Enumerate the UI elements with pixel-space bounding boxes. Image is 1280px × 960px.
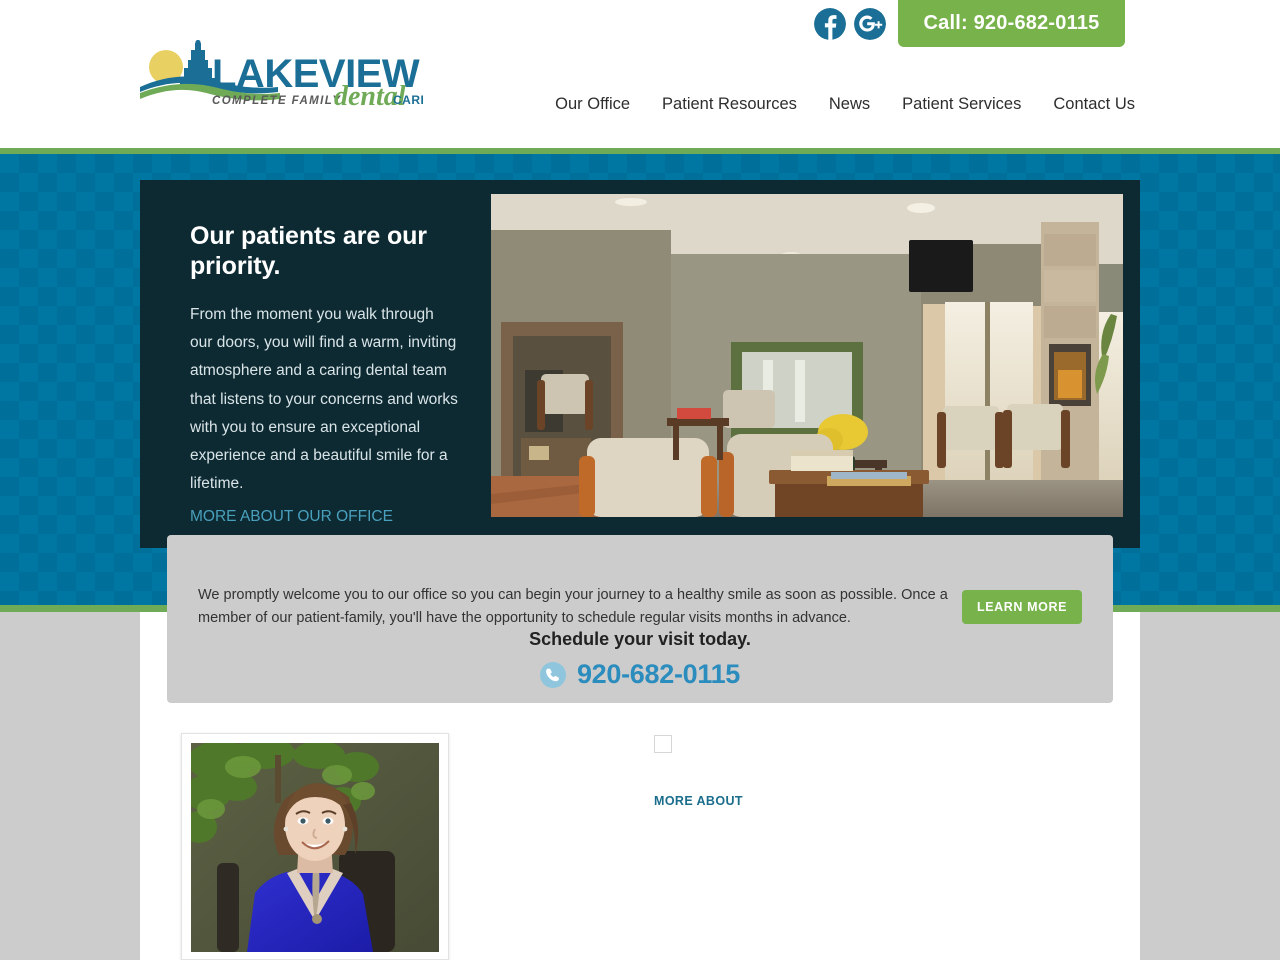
more-about-link[interactable]: MORE ABOUT xyxy=(654,794,743,808)
hero-heading: Our patients are our priority. xyxy=(190,222,427,280)
left-gray-gutter xyxy=(0,612,140,960)
hero-office-photo xyxy=(491,194,1123,517)
learn-more-label: LEARN MORE xyxy=(976,600,1068,614)
staff-photo xyxy=(191,743,439,952)
staff-photo-card xyxy=(181,733,449,960)
office-waiting-room-image xyxy=(491,194,1123,517)
svg-text:COMPLETE FAMILY: COMPLETE FAMILY xyxy=(212,95,341,107)
google-plus-icon[interactable] xyxy=(854,8,886,40)
callout-schedule-heading: Schedule your visit today. xyxy=(529,629,751,649)
hero-text-block: Our patients are our priority. From the … xyxy=(190,222,460,526)
broken-image-placeholder xyxy=(654,735,672,753)
hero-panel: Our patients are our priority. From the … xyxy=(140,180,1140,548)
callout-phone-number: 920-682-0115 xyxy=(576,659,741,689)
main-navigation: Our Office Patient Resources News Patien… xyxy=(555,90,1135,118)
welcome-callout-card: We promptly welcome you to our office so… xyxy=(167,535,1113,703)
social-links xyxy=(814,8,886,40)
learn-more-button[interactable]: LEARN MORE xyxy=(962,590,1082,624)
facebook-icon[interactable] xyxy=(814,8,846,40)
call-phone-button[interactable]: Call: 920-682-0115 xyxy=(898,0,1125,47)
svg-text:CARE: CARE xyxy=(393,93,423,107)
hero-paragraph: From the moment you walk through our doo… xyxy=(190,306,458,493)
nav-item-patient-services[interactable]: Patient Services xyxy=(886,95,1037,114)
hero-more-about-office-link[interactable]: MORE ABOUT OUR OFFICE xyxy=(190,508,393,526)
callout-phone-row[interactable]: 920-682-0115 xyxy=(167,659,1113,690)
logo-graphic: LAKEVIEW COMPLETE FAMILY dental CARE xyxy=(140,40,423,108)
site-logo[interactable]: LAKEVIEW COMPLETE FAMILY dental CARE xyxy=(138,40,423,108)
page-root: LAKEVIEW COMPLETE FAMILY dental CARE Cal… xyxy=(0,0,1280,960)
site-header: LAKEVIEW COMPLETE FAMILY dental CARE Cal… xyxy=(0,0,1280,148)
nav-item-contact-us[interactable]: Contact Us xyxy=(1037,95,1135,114)
nav-item-our-office[interactable]: Our Office xyxy=(539,95,646,114)
nav-item-patient-resources[interactable]: Patient Resources xyxy=(646,95,813,114)
right-gray-gutter xyxy=(1140,612,1280,960)
phone-icon xyxy=(539,661,566,688)
callout-paragraph: We promptly welcome you to our office so… xyxy=(198,587,948,627)
nav-item-news[interactable]: News xyxy=(813,95,886,114)
staff-member-image xyxy=(191,743,439,952)
call-phone-label: Call: 920-682-0115 xyxy=(923,12,1100,34)
